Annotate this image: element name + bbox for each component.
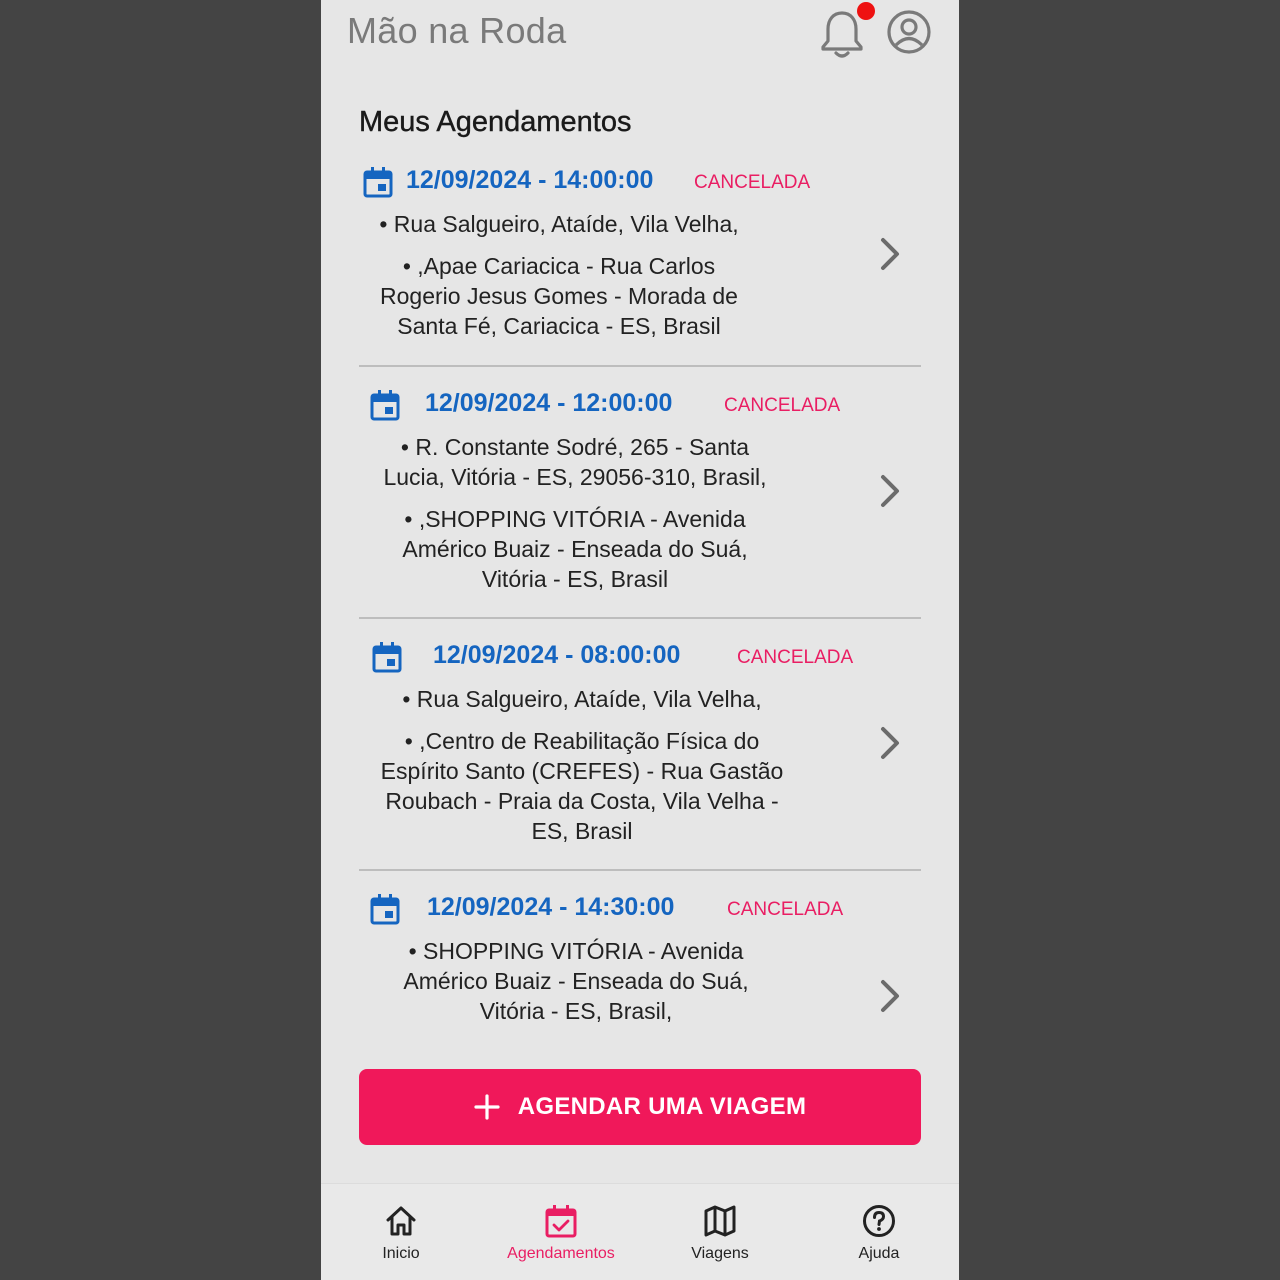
nav-item-inicio[interactable]: Inicio [321,1184,481,1280]
divider [359,869,921,871]
bottom-navigation: Inicio Agendamentos Viagens Ajuda [321,1183,959,1280]
status-badge: CANCELADA [724,395,841,416]
nav-label: Agendamentos [507,1245,615,1262]
schedule-trip-label: AGENDAR UMA VIAGEM [517,1093,807,1120]
origin-address: • R. Constante Sodré, 265 - Santa Lucia,… [383,434,767,490]
destination-address: • ,SHOPPING VITÓRIA - Avenida Américo Bu… [402,506,748,592]
appointment-datetime: 12/09/2024 - 08:00:00 [433,641,681,669]
app-title: Mão na Roda [347,10,567,51]
nav-item-agendamentos[interactable]: Agendamentos [481,1184,641,1280]
map-icon [704,1205,736,1237]
app-bar: Mão na Roda [321,0,959,70]
calendar-icon [370,390,400,421]
nav-label: Ajuda [858,1245,900,1262]
divider [359,365,921,367]
divider [359,617,921,619]
origin-address: • SHOPPING VITÓRIA - Avenida Américo Bua… [403,938,749,1024]
nav-item-viagens[interactable]: Viagens [640,1184,800,1280]
account-circle-icon[interactable] [885,8,933,56]
schedule-trip-button[interactable]: AGENDAR UMA VIAGEM [359,1069,921,1145]
appointment-datetime: 12/09/2024 - 14:30:00 [427,893,675,921]
plus-icon [474,1094,500,1120]
help-circle-icon [863,1205,895,1237]
status-badge: CANCELADA [737,647,854,668]
notification-dot [857,2,875,20]
status-badge: CANCELADA [727,899,844,920]
appointment-card[interactable]: 12/09/2024 - 14:00:00 CANCELADA • Rua Sa… [359,160,921,360]
appointment-datetime: 12/09/2024 - 14:00:00 [406,166,654,194]
origin-address: • Rua Salgueiro, Ataíde, Vila Velha, [402,686,762,712]
page-title: Meus Agendamentos [359,106,632,138]
calendar-check-icon [545,1205,577,1238]
nav-label: Viagens [691,1245,749,1262]
calendar-icon [370,894,400,925]
nav-item-ajuda[interactable]: Ajuda [799,1184,959,1280]
chevron-right-icon[interactable] [873,471,905,511]
origin-address: • Rua Salgueiro, Ataíde, Vila Velha, [379,211,739,237]
appointment-card[interactable]: 12/09/2024 - 08:00:00 CANCELADA • Rua Sa… [359,635,921,865]
appointment-card[interactable]: 12/09/2024 - 14:30:00 CANCELADA • SHOPPI… [359,887,921,1037]
destination-address: • ,Centro de Reabilitação Física do Espí… [380,728,784,844]
status-badge: CANCELADA [694,172,811,193]
appointment-card[interactable]: 12/09/2024 - 12:00:00 CANCELADA • R. Con… [359,383,921,613]
destination-address: • ,Apae Cariacica - Rua Carlos Rogerio J… [380,253,738,339]
home-icon [386,1206,416,1236]
chevron-right-icon[interactable] [873,234,905,274]
chevron-right-icon[interactable] [873,976,905,1016]
app-screen: Mão na Roda Meus Agendamentos 12/09/2024… [321,0,959,1280]
calendar-icon [363,167,393,198]
appointment-datetime: 12/09/2024 - 12:00:00 [425,389,673,417]
calendar-icon [372,642,402,673]
chevron-right-icon[interactable] [873,723,905,763]
nav-label: Inicio [382,1245,420,1262]
